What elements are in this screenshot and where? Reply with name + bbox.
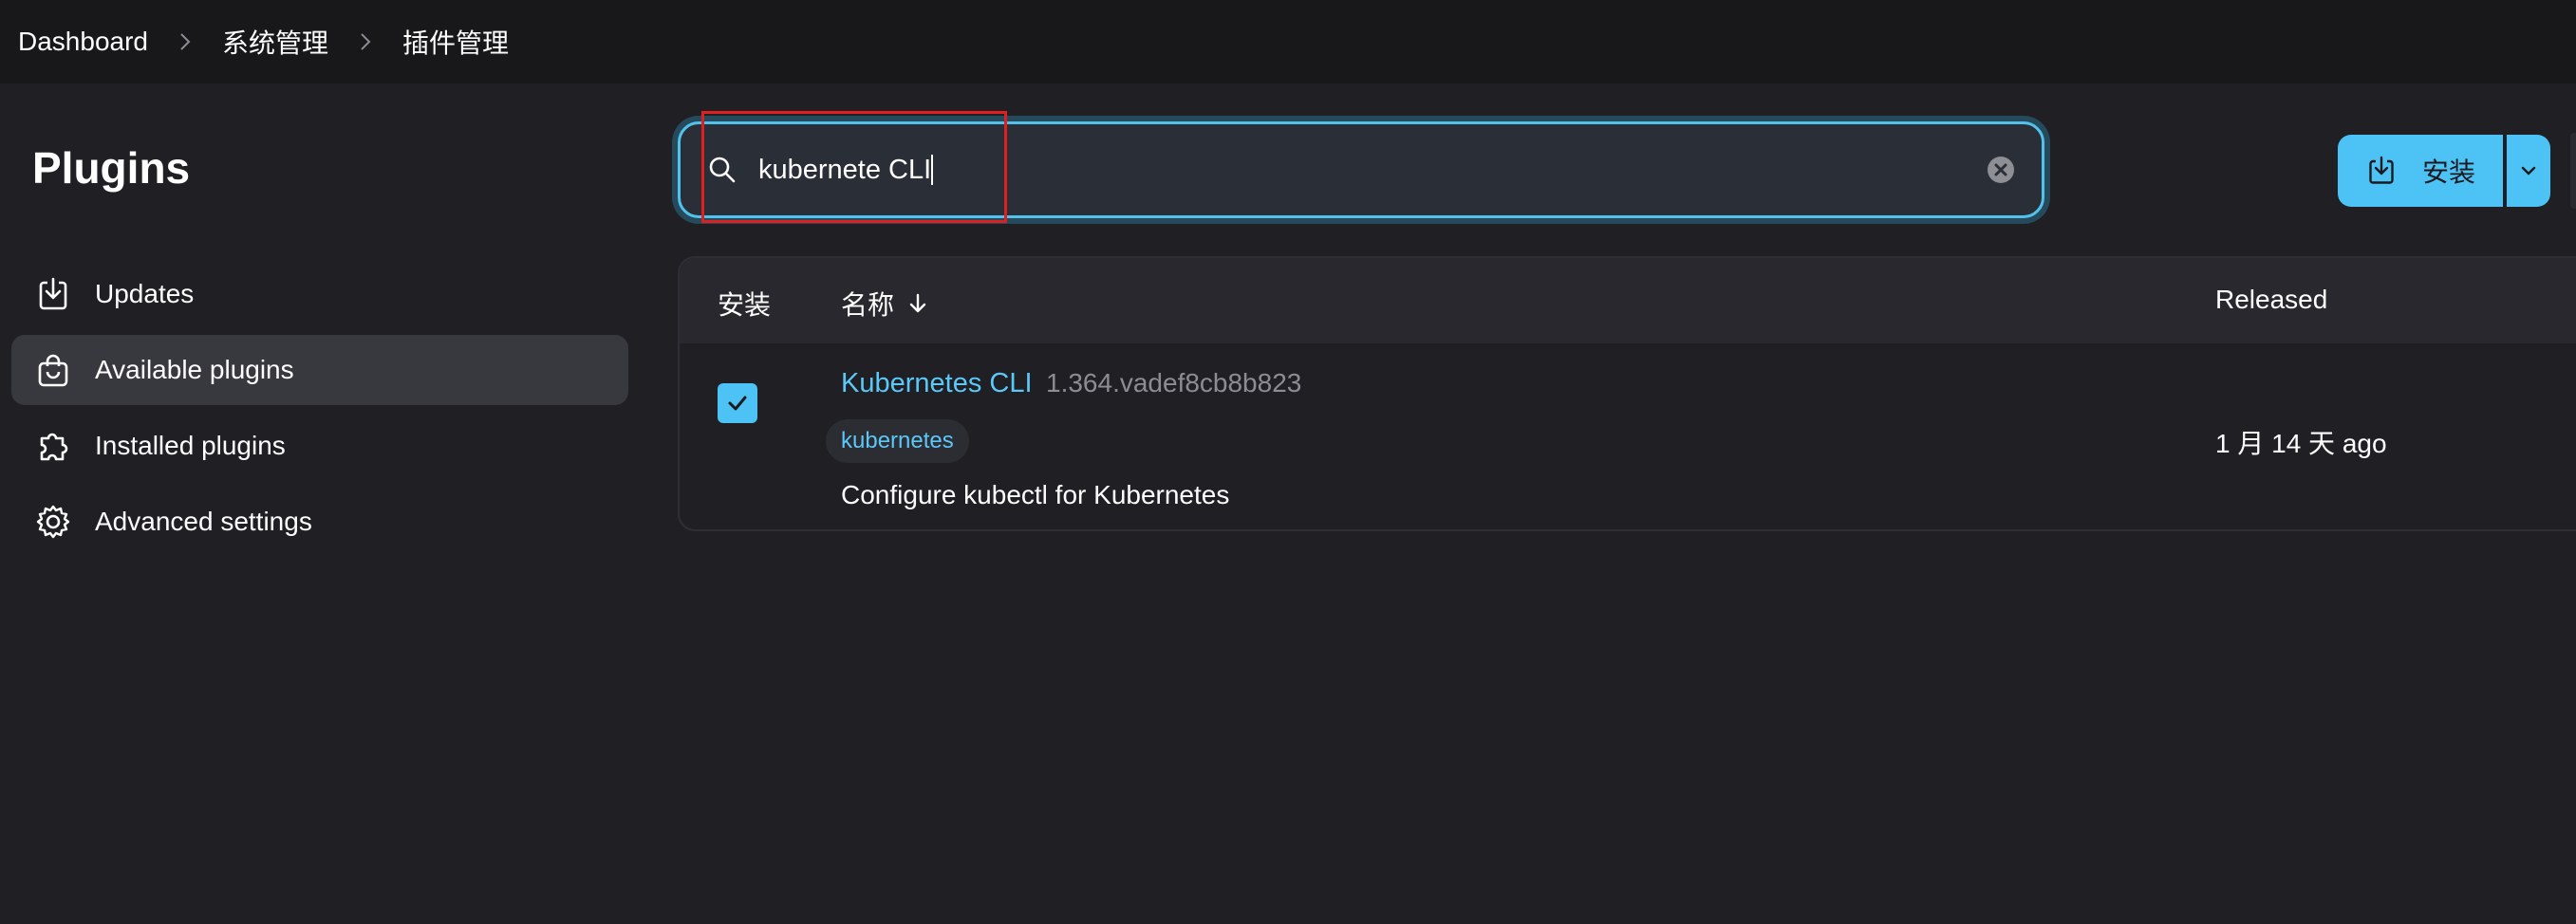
install-button[interactable]: 安装	[2338, 135, 2503, 207]
sidebar-item-label: Installed plugins	[95, 431, 286, 460]
sidebar-item-available-plugins[interactable]: Available plugins	[11, 335, 628, 405]
plugin-tag[interactable]: kubernetes	[826, 419, 969, 463]
shopping-bag-icon	[34, 351, 72, 389]
breadcrumb-plugin-management[interactable]: 插件管理	[402, 23, 509, 61]
breadcrumb-system-management[interactable]: 系统管理	[222, 23, 328, 61]
checkmark-icon	[728, 396, 747, 411]
plugin-released: 1 月 14 天 ago	[2215, 429, 2387, 458]
breadcrumb-dashboard[interactable]: Dashboard	[18, 27, 148, 57]
plugin-version: 1.364.vadef8cb8b823	[1046, 368, 1302, 397]
breadcrumb: Dashboard 系统管理 插件管理	[0, 0, 2576, 83]
page-title: Plugins	[32, 143, 191, 193]
install-checkbox[interactable]	[718, 383, 757, 423]
plugin-description: Configure kubectl for Kubernetes	[841, 480, 1230, 509]
column-header-install: 安装	[718, 290, 772, 320]
table-row: Kubernetes CLI 1.364.vadef8cb8b823 kuber…	[680, 343, 2576, 529]
sidebar-nav: Updates Available plugins Installed plug…	[11, 259, 628, 563]
sidebar-item-label: Advanced settings	[95, 507, 312, 536]
overflow-control	[2570, 133, 2576, 209]
column-header-name-label: 名称	[841, 290, 895, 320]
install-dropdown-button[interactable]	[2507, 135, 2550, 207]
download-icon	[34, 275, 72, 313]
annotation-highlight-box	[701, 111, 1007, 223]
download-icon	[2369, 156, 2394, 184]
puzzle-icon	[34, 427, 72, 465]
plugin-table: 安装 名称 Released Kubernetes CLI 1.364.vade…	[678, 256, 2576, 531]
sidebar-item-updates[interactable]: Updates	[11, 259, 628, 329]
sidebar-item-advanced-settings[interactable]: Advanced settings	[11, 487, 628, 557]
sidebar-item-label: Available plugins	[95, 355, 294, 384]
sidebar-item-installed-plugins[interactable]: Installed plugins	[11, 411, 628, 481]
clear-icon[interactable]	[1987, 156, 2015, 184]
column-header-name[interactable]: 名称	[841, 285, 930, 323]
arrow-down-icon	[909, 293, 926, 313]
column-header-released[interactable]: Released	[2215, 285, 2327, 315]
plugin-name-link[interactable]: Kubernetes CLI	[841, 368, 1033, 399]
sidebar-item-label: Updates	[95, 279, 195, 308]
install-button-label: 安装	[2421, 157, 2475, 187]
chevron-down-icon	[2521, 166, 2536, 176]
chevron-right-icon	[177, 31, 194, 52]
table-header: 安装 名称 Released	[680, 258, 2576, 343]
gear-icon	[34, 503, 72, 541]
chevron-right-icon	[357, 31, 374, 52]
